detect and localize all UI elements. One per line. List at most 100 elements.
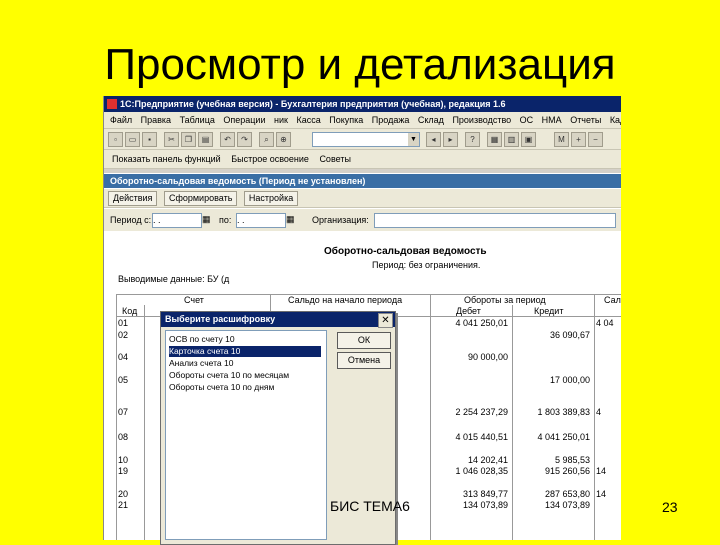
period-bar: Период с: . . ▦ по: . . ▦ Организация:	[104, 209, 621, 231]
find-icon[interactable]: ⌕	[259, 132, 274, 147]
row-closing: 4	[596, 407, 602, 417]
calculator-icon[interactable]: ▦	[487, 132, 502, 147]
search-next-icon[interactable]: ▸	[443, 132, 458, 147]
row-credit[interactable]: 17 000,00	[514, 375, 590, 385]
row-credit[interactable]: 915 260,56	[514, 466, 590, 476]
list-item-selected[interactable]: Карточка счета 10	[169, 346, 321, 357]
row-debit[interactable]: 4 041 250,01	[432, 318, 508, 328]
help-icon[interactable]: ?	[465, 132, 480, 147]
chevron-down-icon[interactable]: ▼	[408, 133, 419, 146]
grid-v-code	[144, 305, 145, 540]
quick-start-button[interactable]: Быстрое освоение	[231, 154, 309, 164]
memory-minus-icon[interactable]: −	[588, 132, 603, 147]
menu-hr[interactable]: Кадры	[610, 115, 621, 125]
document-titlebar: Оборотно-сальдовая ведомость (Период не …	[104, 174, 621, 188]
list-item[interactable]: Анализ счета 10	[169, 358, 321, 369]
row-closing: 14	[596, 466, 607, 476]
row-debit[interactable]: 14 202,41	[432, 455, 508, 465]
header-turnover: Обороты за период	[464, 295, 546, 305]
save-icon[interactable]: ▪	[142, 132, 157, 147]
row-code: 04	[118, 352, 129, 362]
calendar-from-icon[interactable]: ▦	[202, 213, 211, 226]
drilldown-list[interactable]: ОСВ по счету 10 Карточка счета 10 Анализ…	[165, 330, 327, 540]
menu-warehouse[interactable]: Склад	[418, 115, 444, 125]
row-debit[interactable]: 2 254 237,29	[432, 407, 508, 417]
report-units: Выводимые данные: БУ (д	[118, 274, 230, 284]
page-number: 23	[662, 499, 678, 515]
row-debit[interactable]: 313 849,77	[432, 489, 508, 499]
menu-table[interactable]: Таблица	[180, 115, 215, 125]
report-title: Оборотно-сальдовая ведомость	[324, 246, 487, 257]
row-credit[interactable]: 1 803 389,83	[514, 407, 590, 417]
row-code: 05	[118, 375, 129, 385]
row-credit[interactable]: 134 073,89	[514, 500, 590, 510]
tips-button[interactable]: Советы	[319, 154, 350, 164]
list-item[interactable]: Обороты счета 10 по дням	[169, 382, 321, 393]
menu-intangibles[interactable]: НМА	[542, 115, 562, 125]
generate-button[interactable]: Сформировать	[163, 191, 238, 206]
row-code: 02	[118, 330, 129, 340]
new-doc-icon[interactable]: ▫	[108, 132, 123, 147]
ok-button[interactable]: ОК	[337, 332, 391, 349]
settings-button[interactable]: Настройка	[243, 191, 299, 206]
calendar-icon[interactable]: ▥	[504, 132, 519, 147]
header-opening: Сальдо на начало периода	[288, 295, 403, 305]
row-code: 10	[118, 455, 129, 465]
actions-button[interactable]: Действия	[108, 191, 158, 206]
row-code: 20	[118, 489, 129, 499]
cut-icon[interactable]: ✂	[164, 132, 179, 147]
close-icon[interactable]: ✕	[378, 313, 393, 328]
organization-input[interactable]	[374, 213, 616, 228]
row-closing: 4 04	[596, 318, 614, 328]
row-code: 08	[118, 432, 129, 442]
document-title: Оборотно-сальдовая ведомость (Период не …	[110, 176, 366, 186]
copy-icon[interactable]: ❐	[181, 132, 196, 147]
header-credit: Кредит	[534, 306, 564, 316]
period-from-input[interactable]: . .	[152, 213, 202, 228]
clipboard-icon[interactable]: ▣	[521, 132, 536, 147]
show-panel-button[interactable]: Показать панель функций	[112, 154, 221, 164]
menu-reports[interactable]: Отчеты	[570, 115, 601, 125]
cancel-button[interactable]: Отмена	[337, 352, 391, 369]
row-code: 01	[118, 318, 129, 328]
memory-plus-icon[interactable]: +	[571, 132, 586, 147]
period-to-label: по:	[219, 215, 232, 225]
zoom-icon[interactable]: ⊕	[276, 132, 291, 147]
paste-icon[interactable]: ▤	[198, 132, 213, 147]
row-credit[interactable]: 4 041 250,01	[514, 432, 590, 442]
row-code: 19	[118, 466, 129, 476]
row-closing: 14	[596, 489, 607, 499]
menu-sales[interactable]: Продажа	[372, 115, 410, 125]
header-debit: Дебет	[456, 306, 481, 316]
calendar-to-icon[interactable]: ▦	[286, 213, 295, 226]
menu-fixed-assets[interactable]: ОС	[520, 115, 534, 125]
undo-icon[interactable]: ↶	[220, 132, 235, 147]
menu-purchase[interactable]: Покупка	[329, 115, 363, 125]
menu-file[interactable]: Файл	[110, 115, 132, 125]
grid-v-turnover	[430, 294, 431, 540]
row-credit[interactable]: 287 653,80	[514, 489, 590, 499]
open-icon[interactable]: ▭	[125, 132, 140, 147]
row-debit[interactable]: 1 046 028,35	[432, 466, 508, 476]
menu-edit[interactable]: Правка	[141, 115, 171, 125]
search-combo[interactable]: ▼	[312, 132, 420, 147]
menu-bank[interactable]: ник	[274, 115, 288, 125]
slide-footer: БИС ТЕМА6	[330, 498, 410, 514]
document-action-bar: Действия Сформировать Настройка	[104, 189, 621, 208]
redo-icon[interactable]: ↷	[237, 132, 252, 147]
report-subtitle: Период: без ограничения.	[372, 260, 481, 270]
period-to-input[interactable]: . .	[236, 213, 286, 228]
slide-title: Просмотр и детализация	[104, 40, 616, 89]
search-prev-icon[interactable]: ◂	[426, 132, 441, 147]
row-credit[interactable]: 5 985,53	[514, 455, 590, 465]
menu-operations[interactable]: Операции	[223, 115, 265, 125]
memory-m-icon[interactable]: M	[554, 132, 569, 147]
list-item[interactable]: Обороты счета 10 по месяцам	[169, 370, 321, 381]
menu-production[interactable]: Производство	[452, 115, 511, 125]
row-credit[interactable]: 36 090,67	[514, 330, 590, 340]
list-item[interactable]: ОСВ по счету 10	[169, 334, 321, 345]
row-debit[interactable]: 134 073,89	[432, 500, 508, 510]
row-debit[interactable]: 4 015 440,51	[432, 432, 508, 442]
menu-cash[interactable]: Касса	[296, 115, 320, 125]
row-debit[interactable]: 90 000,00	[432, 352, 508, 362]
